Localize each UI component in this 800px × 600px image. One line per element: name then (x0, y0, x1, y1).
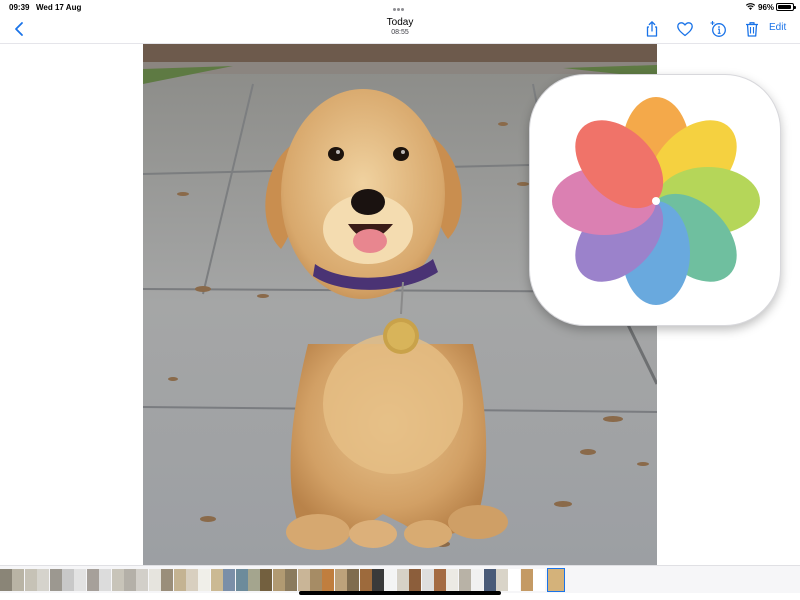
photo-thumbnail[interactable] (24, 569, 37, 591)
photo-thumbnail[interactable] (396, 569, 409, 591)
photos-app-screen: 09:39 Wed 17 Aug 96% Today 08:55 Edit (0, 0, 800, 600)
photo-thumbnail[interactable] (49, 569, 62, 591)
photo-thumbnail[interactable] (347, 569, 360, 591)
photo-thumbnail[interactable] (0, 569, 12, 591)
photo-thumbnail[interactable] (148, 569, 161, 591)
photo-thumbnail[interactable] (173, 569, 186, 591)
photo-thumbnail[interactable] (210, 569, 223, 591)
photo-thumbnail[interactable] (372, 569, 384, 591)
delete-button[interactable] (743, 20, 761, 38)
photo-thumbnail[interactable] (496, 569, 508, 591)
photo-thumbnail[interactable] (285, 569, 298, 591)
share-button[interactable] (643, 20, 661, 38)
photo-thumbnail[interactable] (99, 569, 112, 591)
photo-thumbnail[interactable] (297, 569, 310, 591)
photo-thumbnail[interactable] (322, 569, 335, 591)
photo-thumbnail[interactable] (334, 569, 347, 591)
photo-thumbnail[interactable] (471, 569, 484, 591)
photo-thumbnail[interactable] (409, 569, 422, 591)
photo-thumbnail[interactable] (161, 569, 174, 591)
battery-fill (778, 5, 792, 9)
photo-thumbnail[interactable] (310, 569, 322, 591)
photo-thumbnail[interactable] (62, 569, 74, 591)
multitasking-dots-icon[interactable] (393, 4, 407, 11)
photo-thumbnail[interactable] (198, 569, 211, 591)
battery-icon (776, 3, 796, 11)
photo-thumbnail[interactable] (384, 569, 397, 591)
photo-thumbnail[interactable] (483, 569, 496, 591)
status-bar: 09:39 Wed 17 Aug 96% (0, 0, 800, 14)
photo-thumbnail[interactable] (359, 569, 372, 591)
info-button[interactable] (709, 20, 727, 38)
photo-thumbnail[interactable] (533, 569, 546, 591)
photo-thumbnail[interactable] (235, 569, 248, 591)
photo-nav-bar: Today 08:55 Edit (0, 14, 800, 44)
battery-percentage: 96% (758, 3, 775, 12)
photo-thumbnail[interactable] (248, 569, 260, 591)
status-time: 09:39 (9, 3, 30, 12)
photo-thumbnail[interactable] (520, 569, 533, 591)
photo-thumbnail[interactable] (546, 568, 565, 592)
edit-button[interactable]: Edit (769, 22, 786, 33)
photo-thumbnail[interactable] (37, 569, 50, 591)
photo-thumbnail[interactable] (458, 569, 471, 591)
photos-app-icon (529, 74, 781, 326)
photo-thumbnail[interactable] (421, 569, 434, 591)
photo-thumbnail[interactable] (124, 569, 136, 591)
photo-thumbnail[interactable] (223, 569, 236, 591)
photo-thumbnail[interactable] (12, 569, 25, 591)
wifi-icon (745, 3, 756, 10)
photo-thumbnail[interactable] (186, 569, 198, 591)
photo-thumbnail[interactable] (136, 569, 149, 591)
photo-thumbnail[interactable] (272, 569, 285, 591)
photo-thumbnail[interactable] (508, 569, 521, 591)
photo-thumbnail[interactable] (86, 569, 99, 591)
photo-thumbnail[interactable] (260, 569, 273, 591)
favorite-button[interactable] (676, 20, 694, 38)
photo-thumbnail[interactable] (111, 569, 124, 591)
photo-thumbnail[interactable] (434, 569, 446, 591)
status-date: Wed 17 Aug (36, 3, 82, 12)
photo-thumbnail[interactable] (446, 569, 459, 591)
home-indicator[interactable] (299, 591, 501, 595)
photo-thumbnail[interactable] (74, 569, 87, 591)
thumbnail-scrubber[interactable] (0, 565, 800, 593)
